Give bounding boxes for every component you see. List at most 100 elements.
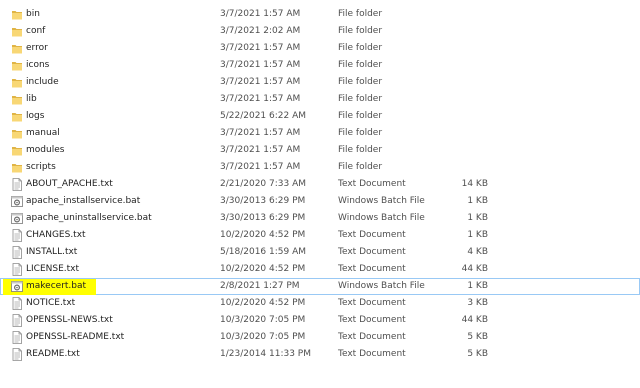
file-type: Text Document [338, 264, 406, 274]
file-row[interactable]: apache_uninstallservice.bat 3/30/2013 6:2… [0, 210, 640, 227]
file-date-modified: 3/7/2021 1:57 AM [220, 162, 301, 172]
file-row[interactable]: makecert.bat 2/8/2021 1:27 PM Windows Batc… [0, 278, 640, 295]
file-name: CHANGES.txt [26, 230, 86, 240]
file-row[interactable]: logs 5/22/2021 6:22 AM File folder [0, 108, 640, 125]
file-name: ABOUT_APACHE.txt [26, 179, 113, 189]
file-size: 1 KB [467, 230, 488, 240]
file-type: Windows Batch File [338, 196, 425, 206]
file-type: Text Document [338, 230, 406, 240]
file-name: include [26, 77, 59, 87]
file-name: logs [26, 111, 45, 121]
file-date-modified: 3/7/2021 1:57 AM [220, 9, 301, 19]
file-row[interactable]: error 3/7/2021 1:57 AM File folder [0, 40, 640, 57]
file-date-modified: 5/18/2016 1:59 AM [220, 247, 307, 257]
file-name: apache_installservice.bat [26, 196, 141, 206]
text-document-icon [11, 263, 23, 276]
file-row[interactable]: icons 3/7/2021 1:57 AM File folder [0, 57, 640, 74]
file-date-modified: 3/7/2021 1:57 AM [220, 128, 301, 138]
batch-file-icon [11, 195, 23, 208]
file-date-modified: 10/3/2020 7:05 PM [220, 315, 306, 325]
file-date-modified: 3/7/2021 2:02 AM [220, 26, 301, 36]
file-row[interactable]: include 3/7/2021 1:57 AM File folder [0, 74, 640, 91]
file-row[interactable]: conf 3/7/2021 2:02 AM File folder [0, 23, 640, 40]
batch-file-icon [11, 212, 23, 225]
file-date-modified: 10/2/2020 4:52 PM [220, 298, 306, 308]
file-row[interactable]: modules 3/7/2021 1:57 AM File folder [0, 142, 640, 159]
file-date-modified: 3/7/2021 1:57 AM [220, 77, 301, 87]
file-name: makecert.bat [26, 281, 87, 291]
folder-icon [11, 127, 23, 140]
file-type: File folder [338, 162, 383, 172]
file-type: File folder [338, 94, 383, 104]
file-size: 4 KB [467, 247, 488, 257]
file-type: Text Document [338, 179, 406, 189]
file-type: File folder [338, 26, 383, 36]
file-type: Windows Batch File [338, 281, 425, 291]
file-size: 5 KB [467, 332, 488, 342]
file-type: Text Document [338, 298, 406, 308]
file-name: NOTICE.txt [26, 298, 76, 308]
file-date-modified: 3/7/2021 1:57 AM [220, 145, 301, 155]
batch-file-icon [11, 280, 23, 293]
file-row[interactable]: CHANGES.txt 10/2/2020 4:52 PM Text Documen… [0, 227, 640, 244]
file-type: File folder [338, 43, 383, 53]
text-document-icon [11, 348, 23, 361]
text-document-icon [11, 178, 23, 191]
text-document-icon [11, 297, 23, 310]
file-date-modified: 1/23/2014 11:33 PM [220, 349, 311, 359]
file-name: bin [26, 9, 40, 19]
file-type: Text Document [338, 315, 406, 325]
file-row[interactable]: manual 3/7/2021 1:57 AM File folder [0, 125, 640, 142]
file-size: 14 KB [461, 179, 488, 189]
file-type: Text Document [338, 247, 406, 257]
file-type: File folder [338, 60, 383, 70]
file-date-modified: 3/30/2013 6:29 PM [220, 196, 306, 206]
folder-icon [11, 25, 23, 38]
file-date-modified: 10/3/2020 7:05 PM [220, 332, 306, 342]
file-size: 5 KB [467, 349, 488, 359]
file-row[interactable]: ABOUT_APACHE.txt 2/21/2020 7:33 AM Text Do… [0, 176, 640, 193]
file-row[interactable]: OPENSSL-README.txt 10/3/2020 7:05 PM Text … [0, 329, 640, 346]
file-row[interactable]: scripts 3/7/2021 1:57 AM File folder [0, 159, 640, 176]
file-name: README.txt [26, 349, 80, 359]
file-row[interactable]: LICENSE.txt 10/2/2020 4:52 PM Text Documen… [0, 261, 640, 278]
file-name: icons [26, 60, 50, 70]
file-row[interactable]: OPENSSL-NEWS.txt 10/3/2020 7:05 PM Text Do… [0, 312, 640, 329]
file-date-modified: 5/22/2021 6:22 AM [220, 111, 307, 121]
text-document-icon [11, 229, 23, 242]
file-row[interactable]: lib 3/7/2021 1:57 AM File folder [0, 91, 640, 108]
folder-icon [11, 8, 23, 21]
file-size: 3 KB [467, 298, 488, 308]
file-date-modified: 2/21/2020 7:33 AM [220, 179, 307, 189]
file-date-modified: 3/7/2021 1:57 AM [220, 60, 301, 70]
folder-icon [11, 144, 23, 157]
file-size: 44 KB [461, 315, 488, 325]
file-name: LICENSE.txt [26, 264, 80, 274]
folder-icon [11, 76, 23, 89]
folder-icon [11, 110, 23, 123]
text-document-icon [11, 246, 23, 259]
file-row[interactable]: bin 3/7/2021 1:57 AM File folder [0, 6, 640, 23]
file-name: error [26, 43, 48, 53]
file-name: INSTALL.txt [26, 247, 78, 257]
file-row[interactable]: apache_installservice.bat 3/30/2013 6:29 … [0, 193, 640, 210]
file-type: File folder [338, 77, 383, 87]
file-date-modified: 10/2/2020 4:52 PM [220, 264, 306, 274]
file-date-modified: 10/2/2020 4:52 PM [220, 230, 306, 240]
file-type: File folder [338, 128, 383, 138]
file-name: OPENSSL-NEWS.txt [26, 315, 113, 325]
file-name: scripts [26, 162, 56, 172]
file-date-modified: 3/30/2013 6:29 PM [220, 213, 306, 223]
file-name: lib [26, 94, 37, 104]
file-name: OPENSSL-README.txt [26, 332, 125, 342]
file-type: File folder [338, 111, 383, 121]
file-name: modules [26, 145, 65, 155]
file-name: conf [26, 26, 46, 36]
folder-icon [11, 161, 23, 174]
file-row[interactable]: README.txt 1/23/2014 11:33 PM Text Documen… [0, 346, 640, 363]
folder-icon [11, 59, 23, 72]
file-row[interactable]: NOTICE.txt 10/2/2020 4:52 PM Text Document… [0, 295, 640, 312]
text-document-icon [11, 314, 23, 327]
file-row[interactable]: INSTALL.txt 5/18/2016 1:59 AM Text Documen… [0, 244, 640, 261]
file-name: apache_uninstallservice.bat [26, 213, 152, 223]
